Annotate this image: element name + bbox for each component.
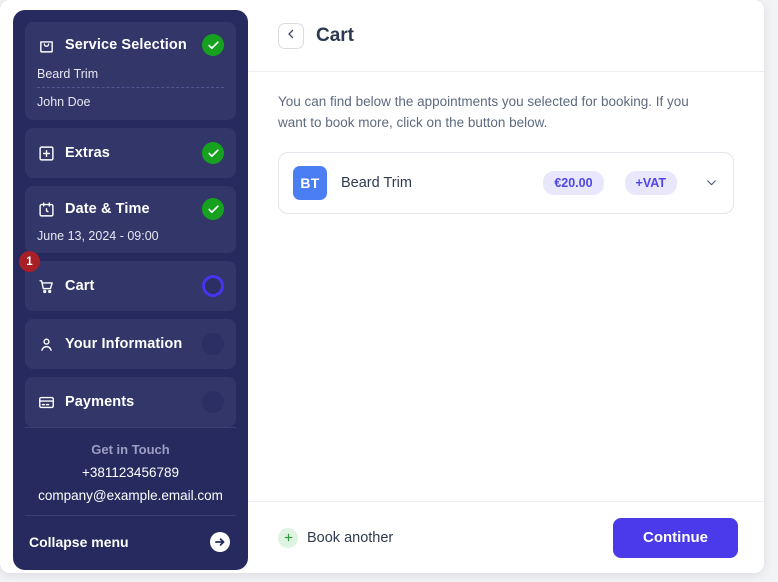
credit-card-icon xyxy=(37,393,55,411)
status-badge-active xyxy=(202,275,224,297)
arrow-right-circle-icon xyxy=(210,532,230,552)
sidebar-item-extras[interactable]: Extras xyxy=(25,128,236,178)
shopping-cart-icon xyxy=(37,277,55,295)
sidebar-item-your-information[interactable]: Your Information xyxy=(25,319,236,369)
sidebar-item-payments[interactable]: Payments xyxy=(25,377,236,427)
status-badge-complete xyxy=(202,34,224,56)
page-title: Cart xyxy=(316,24,355,46)
sidebar-item-service-selection[interactable]: Service Selection Beard Trim John Doe xyxy=(25,22,236,120)
contact-section: Get in Touch +381123456789 company@examp… xyxy=(25,427,236,515)
book-another-label: Book another xyxy=(307,529,394,546)
contact-title: Get in Touch xyxy=(91,442,170,457)
main-panel: Cart You can find below the appointments… xyxy=(248,0,764,573)
chevron-left-icon xyxy=(285,28,297,43)
plus-square-icon xyxy=(37,144,55,162)
contact-phone[interactable]: +381123456789 xyxy=(25,465,236,488)
step-header: Service Selection xyxy=(37,32,224,58)
sidebar: Service Selection Beard Trim John Doe Ex… xyxy=(13,10,248,570)
sidebar-item-label: Your Information xyxy=(65,336,183,352)
cart-count-badge: 1 xyxy=(19,251,40,272)
chevron-down-icon[interactable] xyxy=(703,175,719,191)
main-footer: Book another Continue xyxy=(248,501,764,573)
sidebar-item-cart[interactable]: 1 Cart xyxy=(19,251,236,311)
cart-list-item[interactable]: BT Beard Trim €20.00 +VAT xyxy=(278,151,734,214)
status-badge-complete xyxy=(202,198,224,220)
user-icon xyxy=(37,335,55,353)
sidebar-item-label: Cart xyxy=(65,278,95,294)
sidebar-item-date-time[interactable]: Date & Time June 13, 2024 - 09:00 xyxy=(25,186,236,253)
main-body: You can find below the appointments you … xyxy=(248,72,764,521)
intro-text: You can find below the appointments you … xyxy=(278,94,689,130)
status-badge-pending xyxy=(202,333,224,355)
sidebar-step-list: Service Selection Beard Trim John Doe Ex… xyxy=(19,22,236,427)
step-header: Date & Time xyxy=(37,196,224,222)
sidebar-item-label: Extras xyxy=(65,145,110,161)
collapse-menu-label: Collapse menu xyxy=(29,534,129,550)
status-badge-pending xyxy=(202,391,224,413)
contact-email[interactable]: company@example.email.com xyxy=(25,488,236,503)
sidebar-item-label: Service Selection xyxy=(65,37,187,53)
book-another-button[interactable]: Book another xyxy=(278,527,394,548)
booking-widget-card: Service Selection Beard Trim John Doe Ex… xyxy=(0,0,764,573)
step-detail-service: Beard Trim xyxy=(37,67,99,81)
back-button[interactable] xyxy=(278,22,304,49)
step-header: Your Information xyxy=(37,331,224,357)
step-header: Extras xyxy=(37,140,224,166)
sidebar-item-label: Date & Time xyxy=(65,201,150,217)
status-badge-complete xyxy=(202,142,224,164)
vat-badge: +VAT xyxy=(624,170,677,195)
cart-item-name: Beard Trim xyxy=(341,174,412,191)
shopping-bag-icon xyxy=(37,36,55,54)
calendar-clock-icon xyxy=(37,200,55,218)
main-header: Cart xyxy=(248,0,764,72)
collapse-menu-button[interactable]: Collapse menu xyxy=(25,515,236,570)
app-background: Service Selection Beard Trim John Doe Ex… xyxy=(0,0,778,582)
step-header: Payments xyxy=(37,389,224,415)
price-badge: €20.00 xyxy=(543,170,604,195)
avatar: BT xyxy=(293,165,327,200)
step-header: Cart xyxy=(37,273,224,299)
continue-button[interactable]: Continue xyxy=(613,517,738,558)
plus-icon xyxy=(278,527,298,548)
sidebar-item-label: Payments xyxy=(65,394,135,410)
step-detail-staff: John Doe xyxy=(37,95,91,109)
step-detail-datetime: June 13, 2024 - 09:00 xyxy=(37,229,159,243)
